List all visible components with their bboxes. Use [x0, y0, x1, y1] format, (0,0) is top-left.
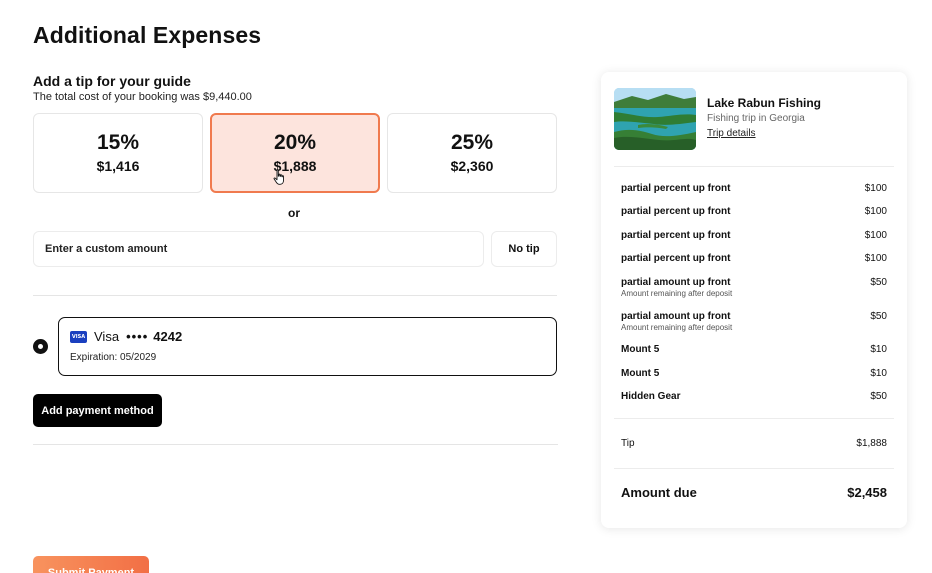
line-item: partial amount up front Amount remaining…	[621, 311, 887, 332]
line-item-label: partial percent up front	[621, 253, 731, 264]
tip-percent: 25%	[450, 131, 494, 154]
custom-tip-input[interactable]	[33, 231, 484, 267]
tip-heading: Add a tip for your guide	[33, 73, 191, 89]
amount-due-row: Amount due $2,458	[621, 485, 887, 500]
summary-tip-label: Tip	[621, 438, 635, 449]
line-item-amount: $50	[870, 391, 887, 402]
or-separator: or	[288, 206, 300, 220]
line-item-amount: $50	[870, 277, 887, 288]
card-brand: Visa	[94, 329, 120, 344]
hand-pointer-icon	[273, 169, 284, 185]
line-item-label: Mount 5	[621, 368, 660, 379]
line-item: Mount 5 $10	[621, 344, 887, 355]
line-item: Mount 5 $10	[621, 368, 887, 379]
section-divider	[33, 295, 557, 296]
order-summary-card: Lake Rabun Fishing Fishing trip in Georg…	[601, 72, 907, 528]
tip-percent: 15%	[96, 131, 140, 154]
line-item: partial percent up front $100	[621, 230, 887, 241]
trip-title: Lake Rabun Fishing	[707, 96, 822, 110]
line-item-amount: $100	[864, 206, 887, 217]
summary-divider	[614, 418, 894, 419]
page-title: Additional Expenses	[33, 22, 262, 48]
line-item-amount: $100	[864, 183, 887, 194]
booking-total-text: The total cost of your booking was $9,44…	[33, 91, 252, 103]
summary-divider	[614, 468, 894, 469]
line-item: Hidden Gear $50	[621, 391, 887, 402]
line-item-label: partial amount up front	[621, 277, 731, 288]
amount-due-value: $2,458	[847, 485, 887, 500]
submit-payment-button[interactable]: Submit Payment	[33, 556, 149, 573]
tip-option-20[interactable]: 20% $1,888	[210, 113, 380, 193]
line-item-label: Hidden Gear	[621, 391, 681, 402]
line-item-amount: $100	[864, 230, 887, 241]
trip-thumbnail-image	[614, 88, 696, 150]
summary-tip-amount: $1,888	[856, 438, 887, 449]
add-payment-method-button[interactable]: Add payment method	[33, 394, 162, 427]
no-tip-button[interactable]: No tip	[491, 231, 557, 267]
line-item: partial amount up front Amount remaining…	[621, 277, 887, 298]
line-item-note: Amount remaining after deposit	[621, 289, 733, 298]
line-item: partial percent up front $100	[621, 253, 887, 264]
radio-selected-icon[interactable]	[33, 339, 48, 354]
tip-amount: $2,360	[450, 158, 494, 174]
amount-due-label: Amount due	[621, 485, 697, 500]
summary-tip-row: Tip $1,888	[621, 438, 887, 449]
saved-card-visa[interactable]: VISA Visa •••• 4242 Expiration: 05/2029	[58, 317, 557, 376]
line-item-amount: $10	[870, 344, 887, 355]
tip-amount: $1,416	[96, 158, 140, 174]
line-item-label: partial percent up front	[621, 206, 731, 217]
summary-divider	[614, 166, 894, 167]
trip-details-link[interactable]: Trip details	[707, 128, 756, 139]
trip-subtitle: Fishing trip in Georgia	[707, 113, 805, 124]
card-summary: Visa •••• 4242	[94, 329, 182, 344]
card-mask: ••••	[126, 329, 149, 344]
line-item-amount: $10	[870, 368, 887, 379]
line-item: partial percent up front $100	[621, 183, 887, 194]
line-item: partial percent up front $100	[621, 206, 887, 217]
line-item-label: partial percent up front	[621, 230, 731, 241]
tip-amount: $1,888	[273, 158, 317, 174]
section-divider	[33, 444, 558, 445]
line-item-note: Amount remaining after deposit	[621, 323, 733, 332]
line-item-amount: $50	[870, 311, 887, 322]
card-last4: 4242	[153, 329, 183, 344]
card-expiration: Expiration: 05/2029	[70, 352, 157, 363]
line-item-label: partial percent up front	[621, 183, 731, 194]
line-item-label: partial amount up front	[621, 311, 731, 322]
tip-option-25[interactable]: 25% $2,360	[387, 113, 557, 193]
tip-percent: 20%	[273, 131, 317, 154]
line-item-label: Mount 5	[621, 344, 660, 355]
tip-option-15[interactable]: 15% $1,416	[33, 113, 203, 193]
visa-card-icon: VISA	[70, 331, 87, 343]
line-item-amount: $100	[864, 253, 887, 264]
